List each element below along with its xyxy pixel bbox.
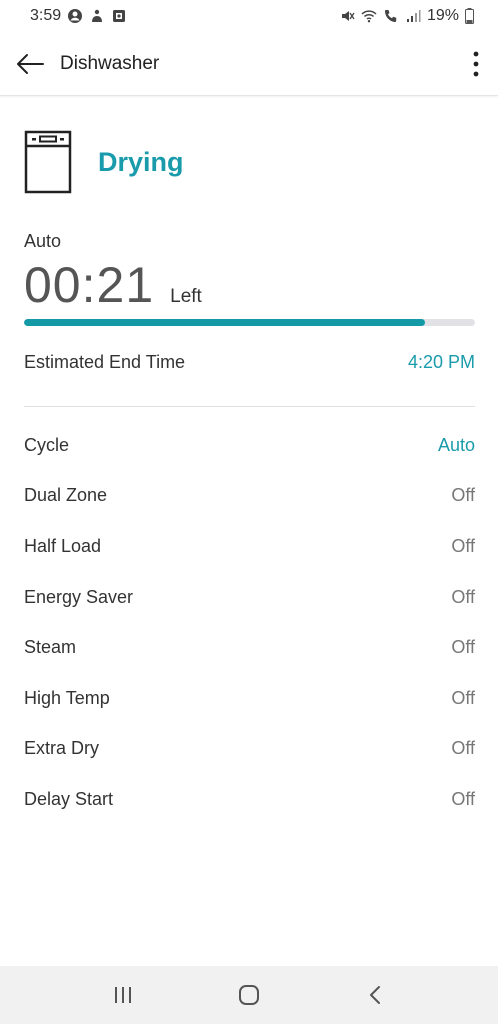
setting-label: Energy Saver bbox=[24, 586, 134, 607]
progress-fill bbox=[24, 319, 426, 326]
divider bbox=[24, 406, 475, 407]
setting-label: Steam bbox=[24, 637, 77, 658]
state-label: Drying bbox=[98, 146, 184, 177]
app-bar: Dishwasher bbox=[0, 32, 498, 96]
setting-value: Off bbox=[451, 637, 475, 658]
battery-icon bbox=[465, 8, 474, 24]
setting-row-dual-zone[interactable]: Dual Zone Off bbox=[24, 471, 475, 522]
estimated-end-time-row: Estimated End Time 4:20 PM bbox=[24, 352, 475, 373]
setting-row-steam[interactable]: Steam Off bbox=[24, 622, 475, 673]
mode-label: Auto bbox=[24, 231, 62, 251]
setting-value: Off bbox=[451, 485, 475, 506]
setting-value: Auto bbox=[437, 434, 475, 455]
status-time: 3:59 bbox=[30, 7, 62, 24]
status-right: 19% bbox=[339, 7, 474, 25]
appliance-state: Drying bbox=[24, 130, 184, 194]
estimated-end-time-value: 4:20 PM bbox=[407, 352, 475, 372]
setting-label: Delay Start bbox=[24, 788, 114, 809]
setting-value: Off bbox=[451, 586, 475, 607]
back-icon bbox=[370, 986, 380, 1004]
setting-row-high-temp[interactable]: High Temp Off bbox=[24, 673, 475, 724]
screen-icon bbox=[113, 10, 126, 22]
account-circle-icon bbox=[68, 9, 83, 23]
setting-row-extra-dry[interactable]: Extra Dry Off bbox=[24, 724, 475, 775]
home-button[interactable] bbox=[219, 966, 279, 1024]
time-left-value: 00:21 bbox=[24, 257, 155, 313]
setting-label: Half Load bbox=[24, 535, 102, 556]
back-button[interactable] bbox=[0, 32, 60, 96]
setting-row-delay-start[interactable]: Delay Start Off bbox=[24, 774, 475, 825]
system-nav-bar bbox=[0, 966, 498, 1024]
wifi-calling-icon bbox=[384, 10, 397, 22]
status-bar: 3:59 19% bbox=[0, 0, 498, 32]
estimated-end-time-label: Estimated End Time bbox=[24, 352, 186, 372]
setting-value: Off bbox=[451, 687, 475, 708]
setting-label: Dual Zone bbox=[24, 485, 108, 506]
signal-icon bbox=[406, 10, 421, 22]
page-title: Dishwasher bbox=[60, 52, 160, 74]
setting-label: High Temp bbox=[24, 687, 110, 708]
status-left: 3:59 bbox=[30, 7, 127, 25]
setting-value: Off bbox=[451, 738, 475, 759]
time-left-unit: Left bbox=[170, 286, 202, 307]
setting-label: Extra Dry bbox=[24, 738, 100, 759]
wifi-icon bbox=[361, 10, 377, 23]
more-options-button[interactable] bbox=[454, 32, 498, 96]
system-back-button[interactable] bbox=[345, 966, 405, 1024]
settings-list: Cycle Auto Dual Zone Off Half Load Off E… bbox=[24, 420, 475, 825]
dishwasher-icon bbox=[24, 130, 72, 194]
setting-row-cycle[interactable]: Cycle Auto bbox=[24, 420, 475, 471]
setting-label: Cycle bbox=[24, 434, 70, 455]
notification-icon bbox=[92, 9, 103, 22]
recent-apps-icon bbox=[115, 987, 131, 1003]
time-remaining: 00:21 Left bbox=[24, 256, 202, 314]
setting-value: Off bbox=[451, 535, 475, 556]
setting-row-energy-saver[interactable]: Energy Saver Off bbox=[24, 572, 475, 623]
more-vert-icon bbox=[473, 51, 479, 76]
progress-bar bbox=[24, 319, 475, 326]
arrow-left-icon bbox=[17, 53, 44, 74]
battery-percentage: 19% bbox=[426, 7, 459, 24]
home-icon bbox=[239, 985, 259, 1005]
setting-row-half-load[interactable]: Half Load Off bbox=[24, 521, 475, 572]
recent-apps-button[interactable] bbox=[93, 966, 153, 1024]
mute-icon bbox=[341, 11, 355, 21]
setting-value: Off bbox=[451, 788, 475, 809]
